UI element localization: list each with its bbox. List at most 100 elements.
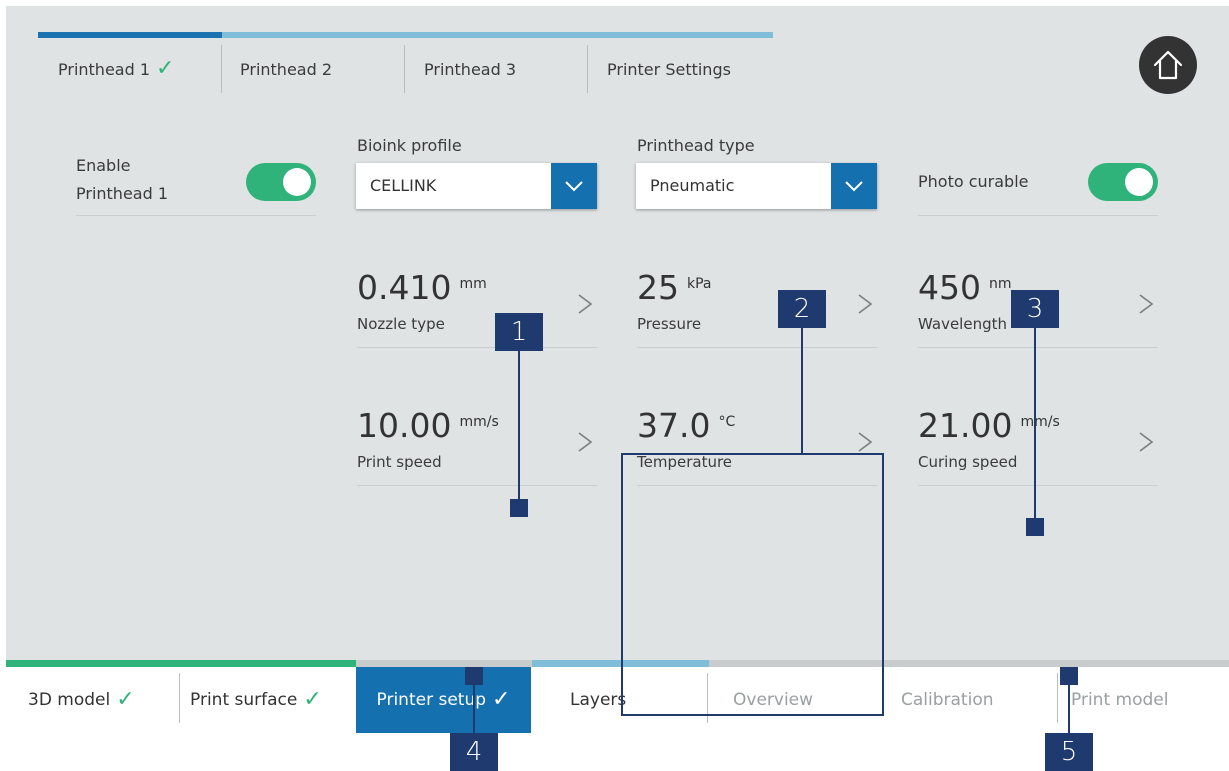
check-icon: ✓	[492, 687, 511, 712]
nozzle-type-param[interactable]: 0.410 mm Nozzle type	[357, 268, 597, 358]
print-speed-param[interactable]: 10.00 mm/s Print speed	[357, 406, 597, 496]
param-value-line: 21.00 mm/s	[918, 406, 1060, 445]
step-label: Layers	[570, 690, 627, 710]
param-value: 450	[918, 268, 981, 307]
annotation-3: 3	[1011, 290, 1059, 328]
annotation-1-marker	[510, 499, 528, 517]
annotation-1-leader	[518, 351, 520, 501]
annotation-2-region	[621, 453, 884, 716]
chevron-down-icon	[565, 181, 583, 192]
chevron-right-icon	[1139, 294, 1154, 314]
divider	[918, 215, 1158, 216]
tab-label: Printhead 2	[240, 59, 333, 79]
divider	[357, 485, 597, 486]
annotation-5: 5	[1045, 733, 1093, 771]
check-icon: ✓	[116, 687, 135, 712]
step-print-model[interactable]: Print model	[1071, 667, 1168, 733]
enable-label-line1: Enable	[76, 156, 131, 175]
tab-label: Printer Settings	[607, 59, 731, 79]
printhead-type-select[interactable]: Pneumatic	[636, 163, 877, 209]
param-value-line: 0.410 mm	[357, 268, 487, 307]
param-label: Curing speed	[918, 453, 1018, 471]
annotation-3-marker	[1026, 518, 1044, 536]
chevron-down-icon	[845, 181, 863, 192]
annotation-5-marker	[1060, 667, 1078, 685]
enable-printhead-toggle[interactable]	[246, 163, 316, 201]
check-icon: ✓	[156, 56, 175, 81]
chevron-right-icon	[858, 294, 873, 314]
photo-curable-label: Photo curable	[918, 172, 1029, 191]
annotation-1: 1	[495, 313, 543, 351]
tab-printhead-2[interactable]: Printhead 2	[240, 44, 332, 94]
param-unit: mm/s	[1020, 413, 1060, 430]
printhead-type-value: Pneumatic	[650, 176, 735, 195]
step-label: Print model	[1071, 690, 1169, 710]
param-unit: mm	[459, 275, 487, 292]
curing-speed-param[interactable]: 21.00 mm/s Curing speed	[918, 406, 1158, 496]
param-value: 0.410	[357, 268, 452, 307]
param-label: Print speed	[357, 453, 442, 471]
step-printer-setup[interactable]: Printer setup ✓	[356, 667, 531, 733]
tab-label: Printhead 1	[58, 59, 151, 79]
toggle-knob	[283, 168, 311, 196]
tab-progress-active	[38, 32, 222, 38]
step-label: Calibration	[901, 690, 994, 710]
tab-divider	[221, 45, 222, 93]
step-divider	[179, 673, 180, 723]
step-label: 3D model	[28, 690, 111, 710]
check-icon: ✓	[303, 687, 322, 712]
step-divider	[1057, 673, 1058, 723]
step-progress-done	[6, 660, 356, 667]
divider	[918, 485, 1158, 486]
photo-curable-toggle[interactable]	[1088, 163, 1158, 201]
param-unit: mm/s	[459, 413, 499, 430]
annotation-5-leader	[1068, 685, 1070, 735]
step-calibration[interactable]: Calibration	[901, 667, 994, 733]
enable-printhead-label: Enable Printhead 1	[76, 152, 168, 208]
param-value-line: 37.0 °C	[637, 406, 735, 445]
annotation-4-leader	[473, 685, 475, 735]
param-value: 37.0	[637, 406, 711, 445]
tab-printhead-3[interactable]: Printhead 3	[424, 44, 516, 94]
param-unit: °C	[718, 413, 736, 430]
step-label: Printer setup	[376, 690, 487, 710]
step-label: Print surface	[190, 690, 298, 710]
enable-label-line2: Printhead 1	[76, 184, 169, 203]
tab-progress-rest	[222, 32, 773, 38]
param-label: Pressure	[637, 315, 702, 333]
param-value: 25	[637, 268, 679, 307]
annotation-3-leader	[1034, 328, 1036, 520]
param-value: 10.00	[357, 406, 452, 445]
divider	[76, 215, 316, 216]
dropdown-arrow[interactable]	[831, 163, 877, 209]
chevron-right-icon	[578, 432, 593, 452]
step-print-surface[interactable]: Print surface ✓	[190, 667, 322, 733]
annotation-4: 4	[450, 733, 498, 771]
pressure-param[interactable]: 25 kPa Pressure	[637, 268, 877, 358]
tab-printer-settings[interactable]: Printer Settings	[607, 44, 731, 94]
tab-progress-bar	[38, 32, 773, 38]
home-icon	[1153, 50, 1183, 80]
step-3d-model[interactable]: 3D model ✓	[28, 667, 135, 733]
dropdown-arrow[interactable]	[551, 163, 597, 209]
divider	[637, 347, 877, 348]
divider	[918, 347, 1158, 348]
chevron-right-icon	[578, 294, 593, 314]
bioink-profile-value: CELLINK	[370, 176, 437, 195]
bioink-profile-select[interactable]: CELLINK	[356, 163, 597, 209]
param-label: Wavelength	[918, 315, 1007, 333]
tab-label: Printhead 3	[424, 59, 517, 79]
step-progress-bar	[6, 660, 1229, 667]
divider	[357, 347, 597, 348]
step-layers[interactable]: Layers	[570, 667, 626, 733]
annotation-4-marker	[465, 667, 483, 685]
annotation-2: 2	[778, 290, 826, 328]
tab-printhead-1[interactable]: Printhead 1 ✓	[58, 44, 174, 94]
chevron-right-icon	[1139, 432, 1154, 452]
annotation-2-leader	[801, 328, 803, 454]
param-value-line: 10.00 mm/s	[357, 406, 499, 445]
tab-divider	[404, 45, 405, 93]
param-value-line: 25 kPa	[637, 268, 712, 307]
home-button[interactable]	[1139, 36, 1197, 94]
param-unit: kPa	[687, 275, 712, 292]
